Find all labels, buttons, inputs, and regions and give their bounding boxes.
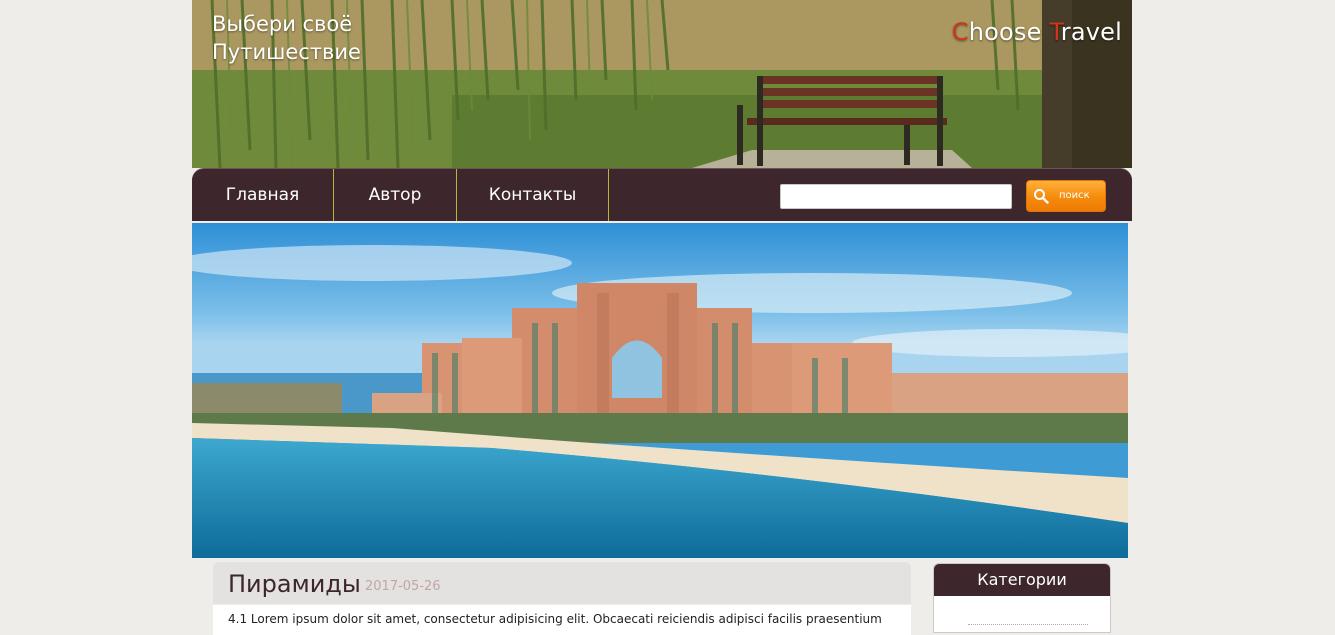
post-excerpt: 4.1 Lorem ipsum dolor sit amet, consecte…: [228, 612, 882, 626]
post-title[interactable]: Пирамиды: [228, 568, 361, 600]
magnifier-icon: [1034, 189, 1049, 204]
logo-accent-t: T: [1049, 18, 1061, 46]
search-button[interactable]: поиск: [1026, 180, 1106, 212]
sidebar-heading: Категории: [934, 564, 1110, 596]
sidebar-categories: Категории: [933, 563, 1111, 633]
nav-item-author[interactable]: Автор: [334, 169, 457, 221]
post-article: Пирамиды 2017-05-26 4.1 Lorem ipsum dolo…: [213, 562, 911, 635]
slogan-line-1: Выбери своё: [212, 12, 353, 36]
search-input[interactable]: [780, 184, 1012, 209]
post-date: 2017-05-26: [365, 579, 441, 594]
post-header: Пирамиды 2017-05-26: [213, 562, 911, 604]
logo-accent-c: C: [951, 18, 969, 46]
search-button-label: поиск: [1059, 190, 1090, 201]
logo-text-travel: ravel: [1060, 18, 1122, 46]
hero-resort-photo: [192, 223, 1128, 558]
site-slogan: Выбери своё Путишествие: [212, 10, 361, 66]
post-body: 4.1 Lorem ipsum dolor sit amet, consecte…: [213, 605, 911, 635]
logo-text-choose: hoose: [968, 18, 1050, 46]
slogan-line-2: Путишествие: [212, 40, 361, 64]
header-banner: Выбери своё Путишествие Choose Travel: [192, 0, 1132, 168]
site-logo[interactable]: Choose Travel: [952, 18, 1122, 46]
hero-banner: [192, 223, 1128, 558]
sidebar-list-divider: [968, 624, 1088, 629]
nav-item-home[interactable]: Главная: [192, 169, 334, 221]
nav-item-contacts[interactable]: Контакты: [457, 169, 609, 221]
main-navigation: Главная Автор Контакты поиск: [192, 168, 1132, 221]
page-container: Выбери своё Путишествие Choose Travel Гл…: [192, 0, 1132, 635]
